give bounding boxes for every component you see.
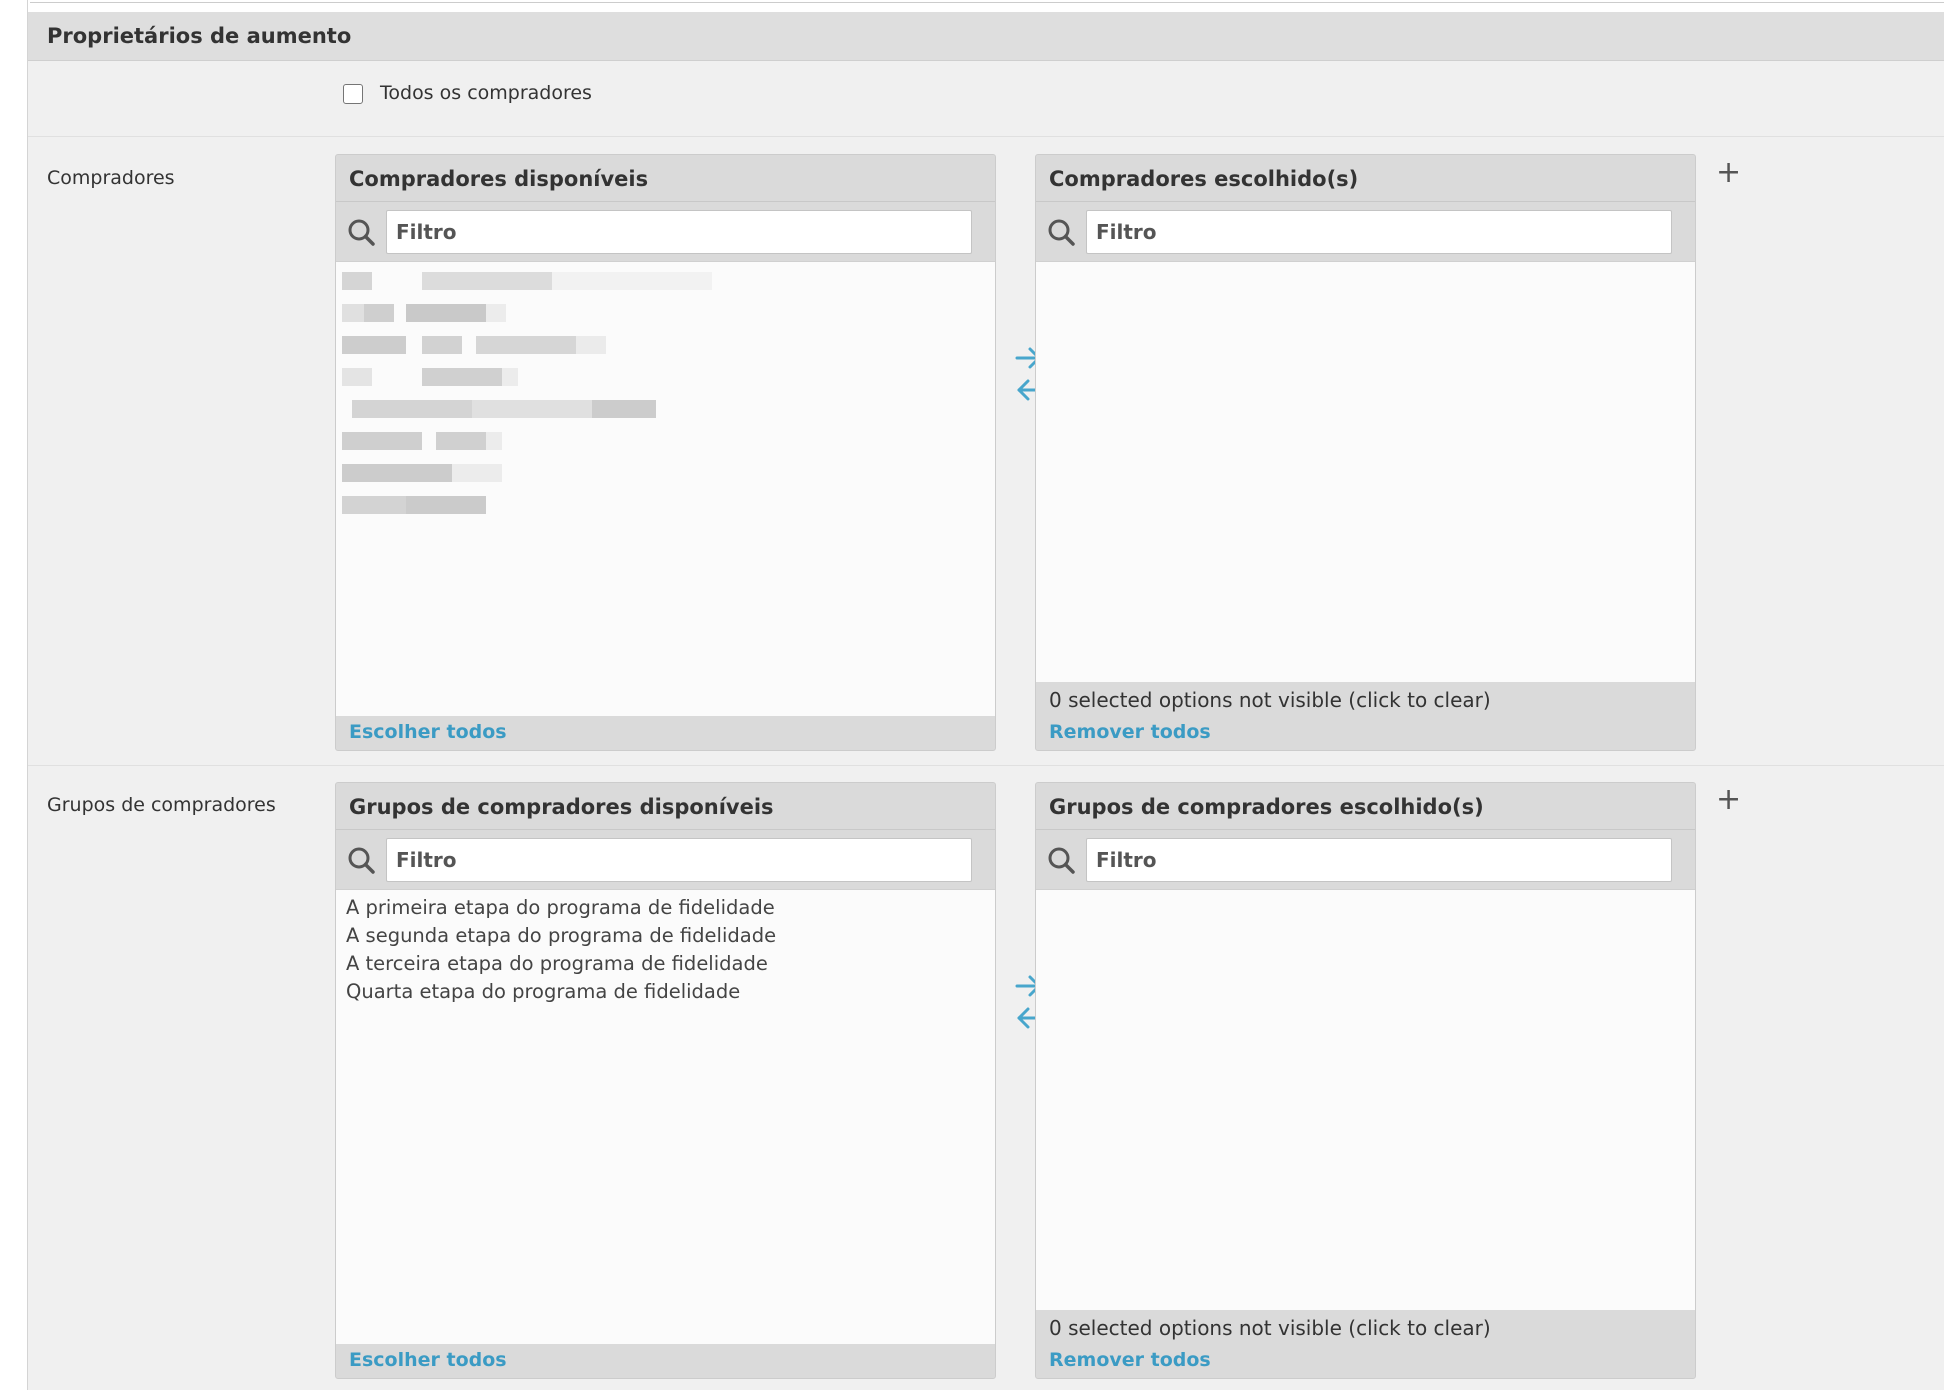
buyer-groups-label: Grupos de compradores bbox=[47, 794, 276, 816]
buyers-chosen-filter-input[interactable] bbox=[1086, 210, 1672, 254]
list-item[interactable] bbox=[336, 426, 995, 458]
buyers-available-title: Compradores disponíveis bbox=[349, 167, 649, 191]
search-icon bbox=[1048, 847, 1075, 874]
search-icon bbox=[348, 847, 375, 874]
buyer-groups-available-filter-input[interactable] bbox=[386, 838, 972, 882]
list-item[interactable]: Quarta etapa do programa de fidelidade bbox=[336, 978, 995, 1006]
buyer-groups-chosen-filter-input[interactable] bbox=[1086, 838, 1672, 882]
all-buyers-row: Todos os compradores bbox=[28, 61, 1944, 137]
buyer-groups-chosen-list[interactable] bbox=[1036, 889, 1695, 1310]
buyer-groups-available-title: Grupos de compradores disponíveis bbox=[349, 795, 774, 819]
buyer-groups-available-filter-row bbox=[336, 829, 995, 889]
list-item[interactable] bbox=[336, 330, 995, 362]
buyers-remove-all-link[interactable]: Remover todos bbox=[1049, 721, 1211, 743]
list-item[interactable] bbox=[336, 362, 995, 394]
buyers-available-filter-input[interactable] bbox=[386, 210, 972, 254]
search-icon bbox=[1048, 219, 1075, 246]
buyers-available-list[interactable] bbox=[336, 261, 995, 716]
buyers-hidden-selected-note[interactable]: 0 selected options not visible (click to… bbox=[1049, 688, 1491, 712]
buyers-chosen-box: Compradores escolhido(s) 0 selected opti… bbox=[1035, 154, 1696, 751]
plus-icon[interactable]: + bbox=[1716, 785, 1741, 815]
fieldset-header: Proprietários de aumento bbox=[28, 12, 1944, 61]
list-item[interactable] bbox=[336, 266, 995, 298]
buyers-chosen-filter-row bbox=[1036, 201, 1695, 261]
buyer-groups-chosen-box: Grupos de compradores escolhido(s) 0 sel… bbox=[1035, 782, 1696, 1379]
buyer-groups-hidden-selected-note[interactable]: 0 selected options not visible (click to… bbox=[1049, 1316, 1491, 1340]
buyer-groups-choose-all-link[interactable]: Escolher todos bbox=[349, 1349, 507, 1371]
all-buyers-checkbox[interactable] bbox=[343, 84, 363, 104]
list-item[interactable] bbox=[336, 394, 995, 426]
buyer-groups-available-list[interactable]: A primeira etapa do programa de fidelida… bbox=[336, 889, 995, 1344]
list-item[interactable]: A segunda etapa do programa de fidelidad… bbox=[336, 922, 995, 950]
buyers-available-box: Compradores disponíveis Filtro Escolher … bbox=[335, 154, 996, 751]
buyers-label: Compradores bbox=[47, 167, 175, 189]
plus-icon[interactable]: + bbox=[1716, 158, 1741, 188]
buyer-groups-available-box: Grupos de compradores disponíveis A prim… bbox=[335, 782, 996, 1379]
list-item[interactable]: A terceira etapa do programa de fidelida… bbox=[336, 950, 995, 978]
buyer-groups-chosen-filter-row bbox=[1036, 829, 1695, 889]
fieldset-title: Proprietários de aumento bbox=[47, 24, 352, 48]
list-item[interactable]: A primeira etapa do programa de fidelida… bbox=[336, 894, 995, 922]
buyers-chosen-list[interactable] bbox=[1036, 261, 1695, 682]
buyers-available-filter-row bbox=[336, 201, 995, 261]
redacted-buyer-entries bbox=[336, 262, 995, 522]
buyer-groups-row: Grupos de compradores Grupos de comprado… bbox=[28, 767, 1944, 1390]
buyers-chosen-title: Compradores escolhido(s) bbox=[1049, 167, 1359, 191]
top-divider bbox=[30, 0, 1944, 3]
search-icon bbox=[348, 219, 375, 246]
list-item[interactable] bbox=[336, 490, 995, 522]
buyers-choose-all-link[interactable]: Escolher todos bbox=[349, 721, 507, 743]
all-buyers-label[interactable]: Todos os compradores bbox=[380, 82, 592, 104]
buyer-groups-remove-all-link[interactable]: Remover todos bbox=[1049, 1349, 1211, 1371]
list-item[interactable] bbox=[336, 458, 995, 490]
augment-owners-fieldset: Proprietários de aumento Todos os compra… bbox=[28, 12, 1944, 1390]
buyer-groups-chosen-title: Grupos de compradores escolhido(s) bbox=[1049, 795, 1484, 819]
buyers-row: Compradores Compradores disponíveis Filt… bbox=[28, 138, 1944, 766]
list-item[interactable] bbox=[336, 298, 995, 330]
